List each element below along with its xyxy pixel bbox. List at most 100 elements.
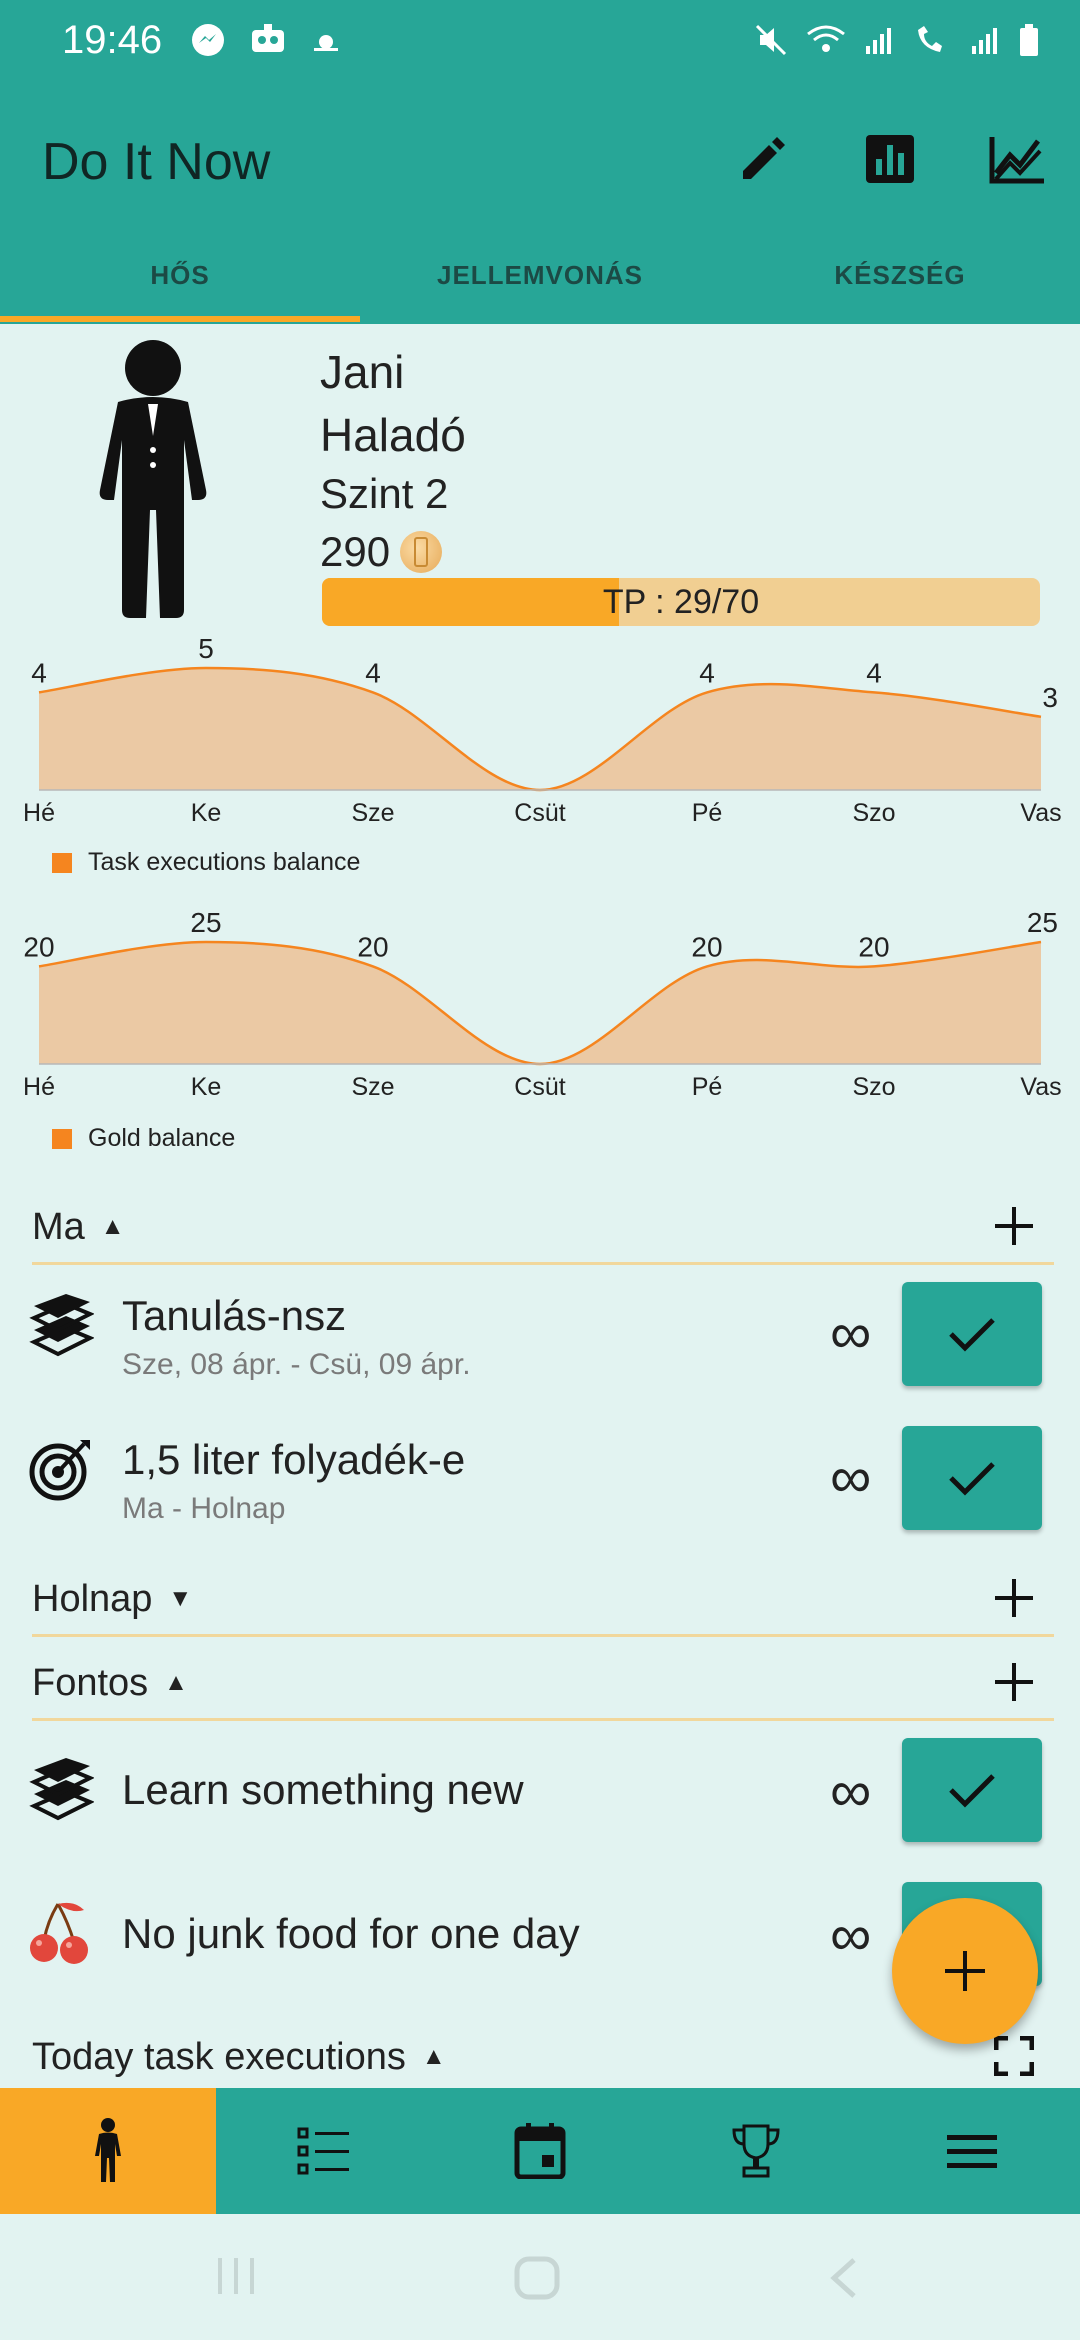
plus-icon <box>995 1663 1033 1701</box>
checkmark-icon <box>949 1318 995 1352</box>
app-bar: Do It Now HŐS JELLEMVONÁS KÉSZSÉG <box>0 84 1080 324</box>
gold-balance-legend: Gold balance <box>52 1124 235 1153</box>
section-today-executions[interactable]: Today task executions ▲ <box>32 2022 1054 2092</box>
weather-icon <box>314 35 338 51</box>
active-tab-indicator <box>0 316 360 322</box>
task-executions-chart: 4 Hé 5 Ke 4 Sze Csüt 4 Pé 4 Szo 3 Vas <box>23 638 1062 827</box>
hero-rank: Haladó <box>320 409 466 461</box>
plus-icon <box>945 1951 985 1991</box>
add-today-task-button[interactable] <box>986 1198 1042 1254</box>
gold-balance-chart: 20 Hé 25 Ke 20 Sze Csüt 20 Pé 20 Szo 25 Vas <box>23 912 1062 1101</box>
complete-task-button[interactable] <box>902 1738 1042 1842</box>
bottom-navigation <box>0 2088 1080 2214</box>
signal-icon-2 <box>972 28 997 54</box>
wifi-icon <box>807 25 845 52</box>
chart-area <box>39 942 1041 1064</box>
task-row[interactable]: Tanulás-nsz Sze, 08 ápr. - Csü, 09 ápr. … <box>0 1264 1080 1404</box>
infinite-repeat-icon: ∞ <box>830 1759 872 1824</box>
chart-tick-label: Vas <box>1020 799 1061 827</box>
mute-icon <box>755 24 787 56</box>
chart-data-label: 3 <box>1042 682 1058 713</box>
trophy-icon <box>732 2124 780 2178</box>
nav-menu[interactable] <box>864 2088 1080 2214</box>
legend-label: Task executions balance <box>88 848 361 876</box>
menu-icon <box>947 2135 997 2168</box>
task-list-icon <box>297 2127 349 2175</box>
hero-icon <box>95 2118 121 2182</box>
chart-data-label: 20 <box>858 931 889 962</box>
robot-icon <box>252 24 284 52</box>
chart-data-label: 25 <box>1027 912 1058 938</box>
edit-button[interactable] <box>728 124 798 194</box>
recent-apps-icon[interactable] <box>216 2256 256 2296</box>
plus-icon <box>995 1579 1033 1617</box>
task-title: Learn something new <box>122 1766 524 1813</box>
infinite-repeat-icon: ∞ <box>830 1445 872 1510</box>
chart-tick-label: Ke <box>191 1073 222 1101</box>
chart-tick-label: Pé <box>692 1073 723 1101</box>
line-chart-icon <box>989 137 1044 184</box>
plus-icon <box>995 1207 1033 1245</box>
tab-hero[interactable]: HŐS <box>0 260 360 291</box>
chart-area <box>39 668 1041 790</box>
chart-data-label: 25 <box>190 912 221 938</box>
section-today[interactable]: Ma ▲ <box>32 1192 1054 1265</box>
chart-tick-label: Sze <box>351 1073 394 1101</box>
trend-button[interactable] <box>982 124 1052 194</box>
add-task-fab[interactable] <box>892 1898 1038 2044</box>
chart-data-label: 4 <box>365 657 381 688</box>
caret-up-icon[interactable]: ▲ <box>164 1669 188 1697</box>
legend-swatch <box>52 1128 72 1149</box>
infinite-repeat-icon: ∞ <box>830 1301 872 1366</box>
caret-down-icon[interactable]: ▼ <box>168 1585 192 1613</box>
hero-level: Szint 2 <box>320 470 449 517</box>
legend-label: Gold balance <box>88 1124 236 1152</box>
chart-tick-label: Pé <box>692 799 723 827</box>
target-icon <box>29 1440 90 1501</box>
battery-icon <box>1020 24 1038 56</box>
chart-tick-label: Ke <box>191 799 222 827</box>
chart-data-label: 20 <box>357 931 388 962</box>
section-tomorrow[interactable]: Holnap ▼ <box>32 1564 1054 1637</box>
section-title: Ma <box>32 1205 85 1248</box>
complete-task-button[interactable] <box>902 1282 1042 1386</box>
nav-hero[interactable] <box>0 2088 216 2214</box>
system-status-icons <box>754 22 1040 58</box>
section-title: Holnap <box>32 1577 153 1620</box>
calendar-icon <box>514 2123 566 2179</box>
books-icon <box>29 1758 94 1821</box>
infinite-repeat-icon: ∞ <box>830 1903 872 1968</box>
status-bar: 19:46 <box>0 0 1080 84</box>
tab-traits[interactable]: JELLEMVONÁS <box>360 260 720 291</box>
gold-amount: 290 <box>320 528 391 575</box>
chart-tick-label: Vas <box>1020 1073 1061 1101</box>
statistics-button[interactable] <box>855 124 925 194</box>
home-icon[interactable] <box>514 2256 560 2300</box>
nav-calendar[interactable] <box>432 2088 648 2214</box>
nav-achievements[interactable] <box>648 2088 864 2214</box>
caret-up-icon[interactable]: ▲ <box>422 2043 446 2071</box>
fullscreen-icon <box>994 2036 1034 2076</box>
messenger-icon <box>192 24 224 56</box>
add-important-task-button[interactable] <box>986 1654 1042 1710</box>
checkmark-icon <box>949 1774 995 1808</box>
task-row[interactable]: Learn something new ∞ <box>0 1720 1080 1860</box>
task-row[interactable]: 1,5 liter folyadék-e Ma - Holnap ∞ <box>0 1408 1080 1548</box>
back-icon[interactable] <box>828 2256 858 2300</box>
status-time: 19:46 <box>62 18 163 62</box>
hero-gold: 290 <box>320 528 443 576</box>
chart-data-label: 20 <box>691 931 722 962</box>
chart-tick-label: Szo <box>852 1073 895 1101</box>
nav-tasks[interactable] <box>216 2088 432 2214</box>
caret-up-icon[interactable]: ▲ <box>101 1213 125 1241</box>
xp-progress-label: TP : 29/70 <box>602 583 760 621</box>
add-tomorrow-task-button[interactable] <box>986 1570 1042 1626</box>
tab-skills[interactable]: KÉSZSÉG <box>720 260 1080 291</box>
cherry-icon <box>30 1902 88 1964</box>
task-executions-legend: Task executions balance <box>52 848 360 877</box>
xp-progress-bar: TP : 29/70 <box>322 578 1040 626</box>
chart-tick-label: Hé <box>23 799 55 827</box>
chart-data-label: 4 <box>699 657 715 688</box>
section-important[interactable]: Fontos ▲ <box>32 1648 1054 1721</box>
complete-task-button[interactable] <box>902 1426 1042 1530</box>
